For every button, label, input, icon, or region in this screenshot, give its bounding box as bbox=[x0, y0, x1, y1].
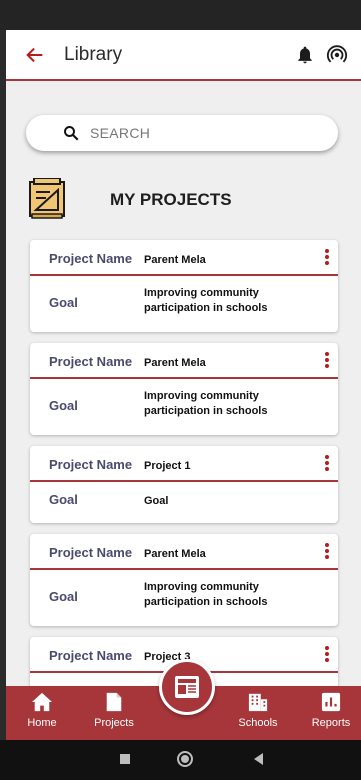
search-field[interactable]: SEARCH bbox=[26, 115, 338, 151]
goal-value: Improving community participation in sch… bbox=[144, 390, 268, 417]
more-vert-icon[interactable] bbox=[324, 352, 330, 370]
goal-label: Goal bbox=[49, 398, 78, 413]
bottom-navigation: Home Projects Schools Reports bbox=[6, 659, 361, 740]
project-name-row: Project Name Parent Mela bbox=[30, 343, 338, 379]
page-title: Library bbox=[64, 44, 123, 65]
project-name-value: Parent Mela bbox=[144, 548, 206, 560]
recents-icon[interactable] bbox=[118, 752, 132, 766]
goal-label: Goal bbox=[49, 295, 78, 310]
more-vert-icon[interactable] bbox=[324, 646, 330, 664]
library-fab[interactable] bbox=[159, 659, 215, 715]
project-name-value: Project 1 bbox=[144, 460, 191, 472]
bell-icon[interactable] bbox=[295, 45, 315, 65]
app-bar: Library bbox=[6, 30, 361, 81]
goal-label: Goal bbox=[49, 492, 78, 507]
project-name-row: Project Name Parent Mela bbox=[30, 534, 338, 570]
home-icon bbox=[32, 692, 52, 712]
goal-label: Goal bbox=[49, 589, 78, 604]
project-name-label: Project Name bbox=[49, 457, 133, 472]
search-icon bbox=[64, 126, 79, 141]
goal-value: Goal bbox=[144, 495, 169, 507]
project-name-row: Project Name Project 1 bbox=[30, 446, 338, 482]
more-vert-icon[interactable] bbox=[324, 249, 330, 267]
project-name-label: Project Name bbox=[49, 251, 133, 266]
home-circle-icon[interactable] bbox=[176, 750, 194, 768]
blueprint-icon bbox=[29, 178, 65, 219]
project-name-label: Project Name bbox=[49, 545, 133, 560]
nav-home[interactable]: Home bbox=[20, 692, 64, 729]
nav-reports[interactable]: Reports bbox=[308, 692, 354, 729]
project-card[interactable]: Project Name Parent Mela Goal Improving … bbox=[30, 343, 338, 435]
more-vert-icon[interactable] bbox=[324, 455, 330, 473]
document-icon bbox=[106, 692, 122, 712]
nav-home-label: Home bbox=[27, 717, 57, 729]
broadcast-icon[interactable] bbox=[326, 44, 348, 66]
project-name-label: Project Name bbox=[49, 648, 133, 663]
back-arrow-icon[interactable] bbox=[24, 44, 46, 66]
project-name-value: Parent Mela bbox=[144, 254, 206, 266]
section-title: MY PROJECTS bbox=[110, 190, 232, 209]
back-triangle-icon[interactable] bbox=[252, 752, 266, 766]
main-content: SEARCH MY PROJECTS Project Name Parent M… bbox=[6, 81, 361, 686]
project-card[interactable]: Project Name Parent Mela Goal Improving … bbox=[30, 534, 338, 626]
more-vert-icon[interactable] bbox=[324, 543, 330, 561]
section-header: MY PROJECTS bbox=[28, 178, 328, 222]
newspaper-icon bbox=[175, 676, 199, 698]
goal-value: Improving community participation in sch… bbox=[144, 287, 268, 314]
nav-schools[interactable]: Schools bbox=[236, 692, 280, 729]
project-card[interactable]: Project Name Parent Mela Goal Improving … bbox=[30, 240, 338, 332]
project-name-row: Project Name Parent Mela bbox=[30, 240, 338, 276]
nav-schools-label: Schools bbox=[238, 717, 278, 729]
nav-projects[interactable]: Projects bbox=[88, 692, 140, 729]
goal-value: Improving community participation in sch… bbox=[144, 581, 268, 608]
project-name-value: Parent Mela bbox=[144, 357, 206, 369]
project-card[interactable]: Project Name Project 1 Goal Goal bbox=[30, 446, 338, 523]
system-navigation-bar bbox=[0, 740, 361, 780]
search-placeholder: SEARCH bbox=[90, 125, 151, 141]
status-bar bbox=[0, 0, 361, 30]
nav-projects-label: Projects bbox=[94, 717, 134, 729]
project-name-label: Project Name bbox=[49, 354, 133, 369]
nav-reports-label: Reports bbox=[311, 717, 351, 729]
building-icon bbox=[248, 693, 268, 712]
bar-chart-icon bbox=[321, 692, 341, 712]
